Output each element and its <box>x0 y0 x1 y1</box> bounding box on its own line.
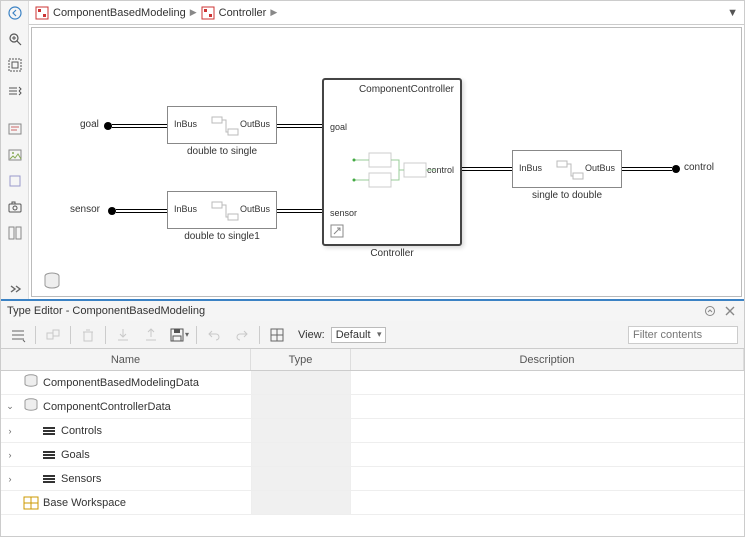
block-in-label: InBus <box>174 119 197 129</box>
tree-row[interactable]: › Goals <box>1 443 744 467</box>
block-out-label: OutBus <box>240 119 270 129</box>
expander-icon[interactable]: › <box>5 450 15 460</box>
tree-row-label: ComponentControllerData <box>43 401 171 413</box>
breadcrumb-current[interactable]: Controller <box>219 7 267 19</box>
block-out-label: OutBus <box>585 163 615 173</box>
inport-goal-label: goal <box>80 119 99 130</box>
expander-icon[interactable]: ⌄ <box>5 401 15 412</box>
close-icon[interactable] <box>722 303 738 319</box>
view-label: View: <box>298 329 325 341</box>
inport-goal[interactable] <box>104 122 112 130</box>
tree-row-label: Controls <box>61 425 102 437</box>
col-type[interactable]: Type <box>251 349 351 370</box>
inport-sensor[interactable] <box>108 207 116 215</box>
block-controller[interactable]: ComponentController goal sensor control <box>322 78 462 246</box>
type-editor-panel: Type Editor - ComponentBasedModeling ▾ V… <box>1 299 744 536</box>
nav-back-icon[interactable] <box>5 3 25 23</box>
col-name[interactable]: Name <box>1 349 251 370</box>
delete-icon <box>77 324 99 346</box>
bus-icon <box>41 424 57 438</box>
ctrl-port-sensor: sensor <box>330 208 357 218</box>
model-icon <box>201 6 215 20</box>
grid-header: Name Type Description <box>1 349 744 371</box>
tree-row[interactable]: Base Workspace <box>1 491 744 515</box>
model-canvas[interactable]: goal sensor InBus OutBus double to singl… <box>31 27 742 297</box>
block-double-to-single[interactable]: InBus OutBus <box>167 106 277 144</box>
redo-icon <box>231 324 253 346</box>
tree-row-label: ComponentBasedModelingData <box>43 377 199 389</box>
cut-icon <box>42 324 64 346</box>
tree-row-label: Base Workspace <box>43 497 126 509</box>
dict-icon <box>23 398 39 415</box>
block-double-to-single1[interactable]: InBus OutBus <box>167 191 277 229</box>
toggle-icon[interactable] <box>5 81 25 101</box>
ws-icon <box>23 496 39 510</box>
bus-icon <box>41 448 57 462</box>
filter-input[interactable] <box>628 326 738 344</box>
tree-row[interactable]: › Controls <box>1 419 744 443</box>
block-caption: double to single <box>167 146 277 157</box>
panel-title: Type Editor - ComponentBasedModeling <box>7 305 205 317</box>
tree-row[interactable]: › Sensors <box>1 467 744 491</box>
tree-row[interactable]: ComponentBasedModelingData <box>1 371 744 395</box>
dict-icon <box>23 374 39 391</box>
ctrl-port-goal: goal <box>330 122 347 132</box>
zoom-in-icon[interactable] <box>5 29 25 49</box>
block-single-to-double[interactable]: InBus OutBus <box>512 150 622 188</box>
annotation-icon[interactable] <box>5 119 25 139</box>
tree-row[interactable]: ⌄ ComponentControllerData <box>1 395 744 419</box>
expand-icon[interactable] <box>5 279 25 299</box>
tree: ComponentBasedModelingData ⌄ ComponentCont… <box>1 371 744 536</box>
col-desc[interactable]: Description <box>351 349 744 370</box>
undo-icon <box>203 324 225 346</box>
inport-sensor-label: sensor <box>70 204 100 215</box>
minimize-icon[interactable] <box>702 303 718 319</box>
snapshot-icon[interactable] <box>5 197 25 217</box>
block-in-label: InBus <box>174 204 197 214</box>
controller-title: ComponentController <box>324 80 460 99</box>
breadcrumb: ComponentBasedModeling ▶ Controller ▶ ▼ <box>29 1 744 25</box>
model-icon <box>35 6 49 20</box>
image-icon[interactable] <box>5 145 25 165</box>
left-toolbar <box>1 1 29 299</box>
block-out-label: OutBus <box>240 204 270 214</box>
save-icon[interactable]: ▾ <box>168 324 190 346</box>
model-ref-badge-icon <box>330 224 344 238</box>
expander-icon[interactable]: › <box>5 426 15 436</box>
chevron-right-icon: ▶ <box>270 7 277 18</box>
breadcrumb-root[interactable]: ComponentBasedModeling <box>53 7 186 19</box>
view-select[interactable]: Default <box>331 327 386 343</box>
block-caption: Controller <box>322 248 462 259</box>
tree-row-label: Goals <box>61 449 90 461</box>
data-dictionary-icon[interactable] <box>42 272 62 290</box>
block-caption: double to single1 <box>167 231 277 242</box>
reorder-icon[interactable] <box>266 324 288 346</box>
import-icon <box>112 324 134 346</box>
panel-icon[interactable] <box>5 223 25 243</box>
bus-icon <box>41 472 57 486</box>
block-in-label: InBus <box>519 163 542 173</box>
fit-view-icon[interactable] <box>5 55 25 75</box>
filter-menu-icon[interactable] <box>7 324 29 346</box>
outport-control-label: control <box>684 162 714 173</box>
outport-control[interactable] <box>672 165 680 173</box>
block-caption: single to double <box>512 190 622 201</box>
breadcrumb-menu-icon[interactable]: ▼ <box>727 7 738 19</box>
expander-icon[interactable]: › <box>5 474 15 484</box>
controller-preview-icon <box>349 145 439 195</box>
area-icon[interactable] <box>5 171 25 191</box>
panel-toolbar: ▾ View: Default <box>1 321 744 349</box>
chevron-right-icon: ▶ <box>190 7 197 18</box>
filter-input-wrap <box>628 326 738 344</box>
tree-row-label: Sensors <box>61 473 101 485</box>
export-icon <box>140 324 162 346</box>
